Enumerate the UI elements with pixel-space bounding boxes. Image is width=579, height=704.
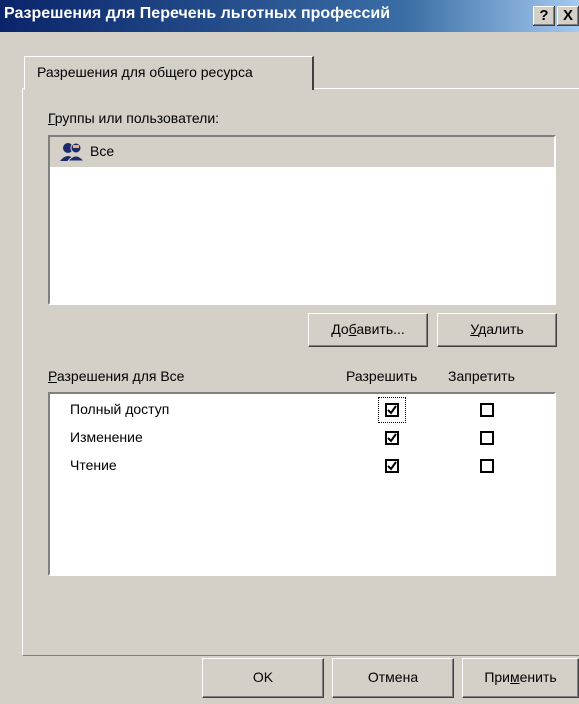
check-icon <box>387 461 397 471</box>
check-icon <box>387 405 397 415</box>
users-group-icon <box>58 141 86 163</box>
users-listbox[interactable]: Все <box>48 135 556 305</box>
permission-name: Изменение <box>70 429 143 445</box>
permission-name: Полный доступ <box>70 401 170 417</box>
allow-column-header: Разрешить <box>346 368 418 384</box>
groups-label: Группы или пользователи: <box>48 110 220 126</box>
list-item-label: Все <box>90 143 115 159</box>
list-item[interactable]: Все <box>50 137 554 167</box>
window-title: Разрешения для Перечень льготных професс… <box>4 5 391 22</box>
cancel-button[interactable]: Отмена <box>332 658 454 698</box>
help-button[interactable]: ? <box>533 6 555 26</box>
permissions-label: Разрешения для Все <box>48 368 185 384</box>
tab-share-permissions[interactable]: Разрешения для общего ресурса <box>24 56 314 90</box>
full-access-allow-checkbox[interactable] <box>385 403 399 417</box>
permissions-listbox[interactable] <box>48 392 556 576</box>
tab-label: Разрешения для общего ресурса <box>37 64 253 80</box>
change-allow-checkbox[interactable] <box>385 431 399 445</box>
change-deny-checkbox[interactable] <box>480 431 494 445</box>
add-button[interactable]: Добавить... <box>308 313 428 347</box>
read-deny-checkbox[interactable] <box>480 459 494 473</box>
check-icon <box>387 433 397 443</box>
remove-button[interactable]: Удалить <box>437 313 557 347</box>
title-bar[interactable]: Разрешения для Перечень льготных професс… <box>0 0 579 32</box>
help-icon: ? <box>539 7 549 24</box>
full-access-deny-checkbox[interactable] <box>480 403 494 417</box>
close-button[interactable]: X <box>557 6 579 26</box>
deny-column-header: Запретить <box>448 368 515 384</box>
close-icon: X <box>562 7 573 24</box>
read-allow-checkbox[interactable] <box>385 459 399 473</box>
ok-button[interactable]: OK <box>202 658 324 698</box>
permission-name: Чтение <box>70 457 117 473</box>
apply-button[interactable]: Применить <box>462 658 579 698</box>
